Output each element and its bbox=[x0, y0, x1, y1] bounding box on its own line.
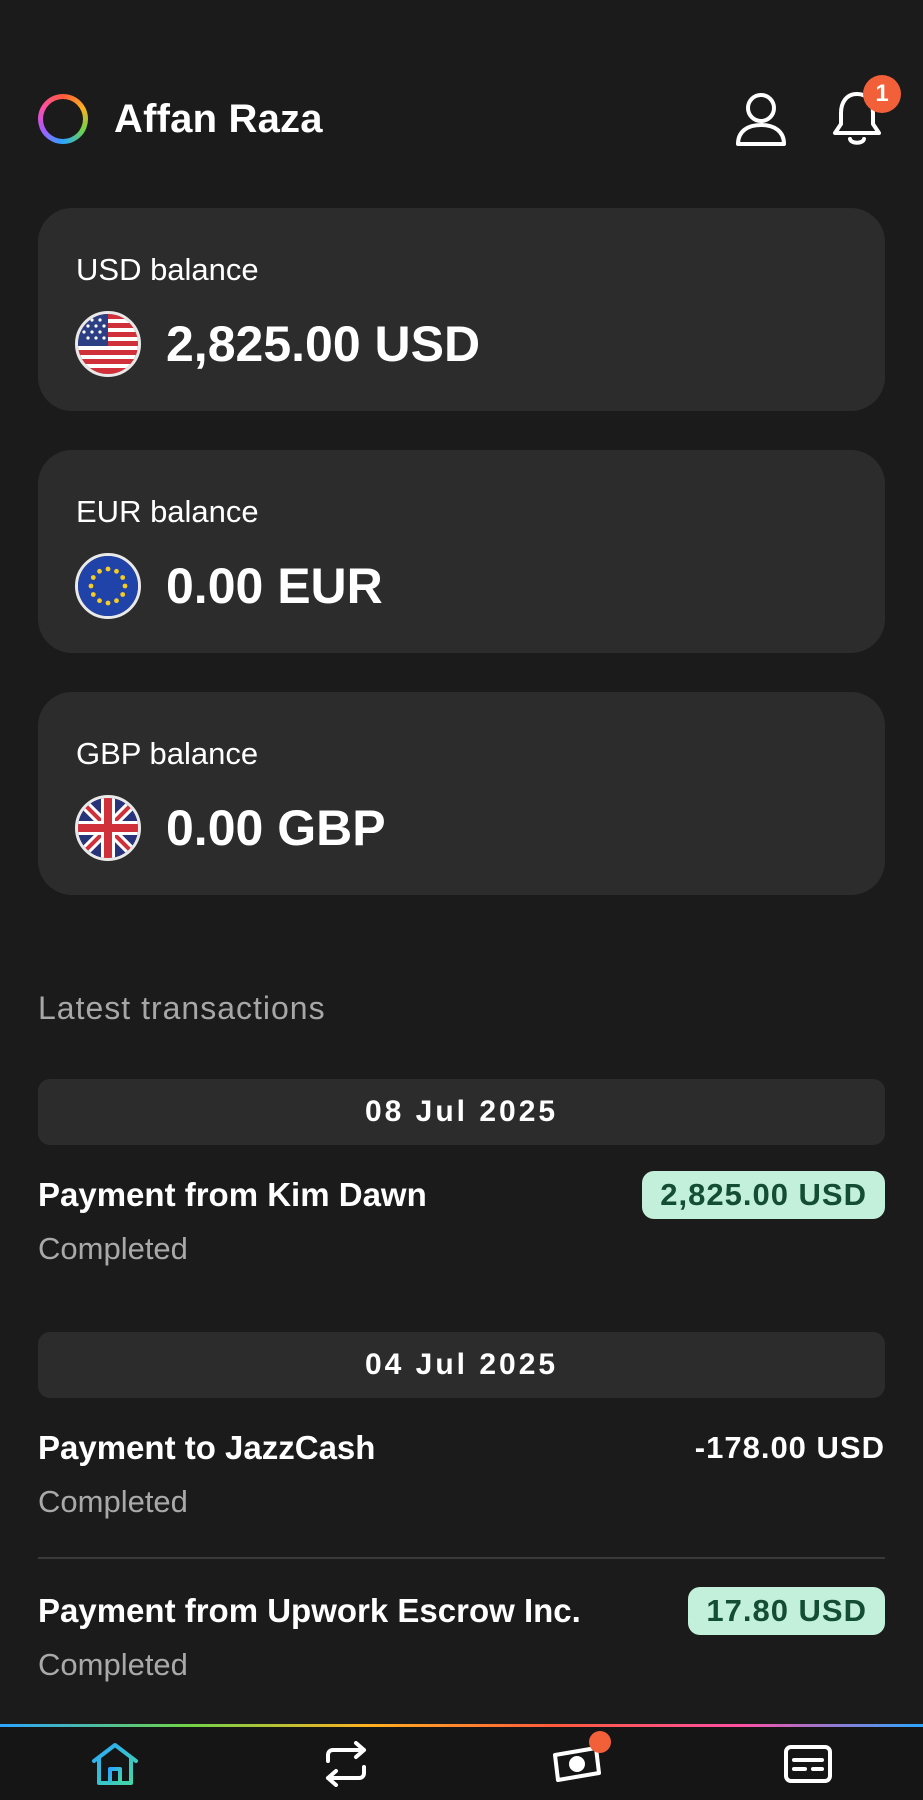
balance-amount: 2,825.00 USD bbox=[166, 316, 481, 372]
balance-amount: 0.00 EUR bbox=[166, 558, 383, 614]
us-flag-icon bbox=[75, 311, 141, 377]
nav-transfer[interactable] bbox=[231, 1727, 462, 1800]
user-icon bbox=[736, 93, 786, 146]
transaction-title: Payment from Upwork Escrow Inc. bbox=[38, 1592, 581, 1629]
balance-label: GBP balance bbox=[76, 736, 259, 771]
notification-badge: 1 bbox=[863, 75, 901, 113]
transaction-status: Completed bbox=[38, 1484, 188, 1519]
date-header: 08 Jul 2025 bbox=[38, 1079, 885, 1145]
transaction-title: Payment to JazzCash bbox=[38, 1429, 376, 1466]
transaction-title: Payment from Kim Dawn bbox=[38, 1176, 427, 1213]
balance-card-gbp[interactable]: GBP balance 0.00 GBP bbox=[38, 692, 885, 895]
uk-flag-icon bbox=[75, 795, 141, 861]
notifications-button[interactable]: 1 bbox=[829, 75, 901, 149]
nav-cash[interactable] bbox=[462, 1727, 693, 1800]
profile-button[interactable] bbox=[733, 89, 789, 149]
balance-card-eur[interactable]: EUR balance 0.00 EUR bbox=[38, 450, 885, 653]
date-header: 04 Jul 2025 bbox=[38, 1332, 885, 1398]
transaction-row[interactable]: Payment from Kim Dawn Completed 2,825.00… bbox=[38, 1171, 885, 1281]
nav-notification-dot bbox=[588, 1731, 611, 1753]
transaction-status: Completed bbox=[38, 1231, 188, 1266]
transaction-row[interactable]: Payment to JazzCash Completed -178.00 US… bbox=[38, 1424, 885, 1534]
home-icon bbox=[92, 1742, 139, 1785]
bottom-nav bbox=[0, 1727, 923, 1800]
balance-amount: 0.00 GBP bbox=[166, 800, 386, 856]
transaction-status: Completed bbox=[38, 1647, 188, 1682]
logo-icon bbox=[38, 94, 88, 144]
transfer-icon bbox=[326, 1740, 367, 1787]
app-header: Affan Raza 1 bbox=[38, 75, 901, 152]
user-name: Affan Raza bbox=[114, 96, 323, 141]
nav-home[interactable] bbox=[0, 1727, 231, 1800]
balance-card-usd[interactable]: USD balance 2,825.00 USD bbox=[38, 208, 885, 411]
balance-label: USD balance bbox=[76, 252, 259, 287]
transaction-amount: 17.80 USD bbox=[688, 1587, 885, 1635]
transaction-amount: -178.00 USD bbox=[694, 1430, 885, 1465]
transaction-amount: 2,825.00 USD bbox=[642, 1171, 885, 1219]
balance-label: EUR balance bbox=[76, 494, 259, 529]
section-title: Latest transactions bbox=[38, 990, 326, 1026]
card-icon bbox=[783, 1744, 832, 1783]
transaction-row[interactable]: Payment from Upwork Escrow Inc. Complete… bbox=[38, 1587, 885, 1697]
nav-card[interactable] bbox=[692, 1727, 923, 1800]
divider bbox=[38, 1557, 885, 1559]
eu-flag-icon bbox=[75, 553, 141, 619]
header-actions: 1 bbox=[733, 75, 901, 149]
